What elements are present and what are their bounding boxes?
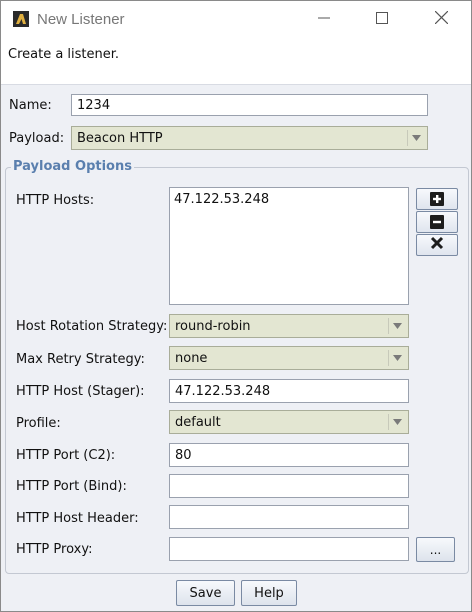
stager-host-label: HTTP Host (Stager): [16, 384, 145, 399]
chevron-down-icon [388, 350, 405, 366]
http-hosts-list[interactable]: 47.122.53.248 [169, 187, 409, 305]
clear-hosts-button[interactable] [416, 234, 458, 256]
chevron-down-icon [407, 130, 424, 146]
http-hosts-entry[interactable]: 47.122.53.248 [174, 192, 404, 207]
maximize-icon [376, 11, 388, 28]
host-header-label: HTTP Host Header: [16, 511, 139, 526]
banner-text: Create a listener. [8, 47, 120, 62]
help-button[interactable]: Help [241, 580, 297, 606]
max-retry-label: Max Retry Strategy: [16, 352, 145, 367]
host-header-input[interactable] [169, 505, 409, 529]
minimize-icon [318, 12, 330, 28]
payload-value: Beacon HTTP [77, 130, 163, 146]
minus-icon [430, 215, 444, 229]
max-retry-value: none [175, 350, 208, 366]
host-rotation-select[interactable]: round-robin [169, 314, 409, 338]
payload-options-title: Payload Options [11, 159, 134, 174]
proxy-browse-button[interactable]: ... [416, 537, 455, 562]
window-title: New Listener [37, 11, 125, 28]
remove-host-button[interactable] [416, 211, 458, 233]
maximize-button[interactable] [353, 1, 411, 38]
port-c2-input[interactable]: 80 [169, 443, 409, 467]
new-listener-dialog: New Listener Create a listener. Name: 12… [0, 0, 472, 612]
proxy-input[interactable] [169, 537, 409, 561]
x-icon [430, 236, 444, 254]
port-bind-label: HTTP Port (Bind): [16, 479, 127, 494]
host-rotation-label: Host Rotation Strategy: [16, 319, 168, 334]
minimize-button[interactable] [295, 1, 353, 38]
close-icon [434, 10, 448, 28]
profile-select[interactable]: default [169, 410, 409, 434]
payload-select[interactable]: Beacon HTTP [71, 126, 428, 150]
port-bind-input[interactable] [169, 474, 409, 498]
payload-label: Payload: [9, 131, 65, 146]
proxy-label: HTTP Proxy: [16, 542, 93, 557]
add-host-button[interactable] [416, 188, 458, 210]
description-banner: Create a listener. [1, 38, 471, 85]
save-button[interactable]: Save [176, 580, 235, 606]
chevron-down-icon [388, 318, 405, 334]
close-button[interactable] [412, 1, 470, 38]
max-retry-select[interactable]: none [169, 346, 409, 370]
profile-label: Profile: [16, 416, 61, 431]
http-hosts-label: HTTP Hosts: [16, 193, 95, 208]
stager-host-input[interactable]: 47.122.53.248 [169, 379, 409, 403]
profile-value: default [175, 414, 221, 430]
chevron-down-icon [388, 414, 405, 430]
plus-icon [430, 192, 444, 206]
name-label: Name: [9, 98, 52, 113]
title-bar[interactable]: New Listener [1, 1, 471, 38]
port-c2-label: HTTP Port (C2): [16, 448, 116, 463]
host-rotation-value: round-robin [175, 318, 251, 334]
name-input[interactable]: 1234 [71, 94, 428, 116]
app-icon [13, 11, 29, 27]
